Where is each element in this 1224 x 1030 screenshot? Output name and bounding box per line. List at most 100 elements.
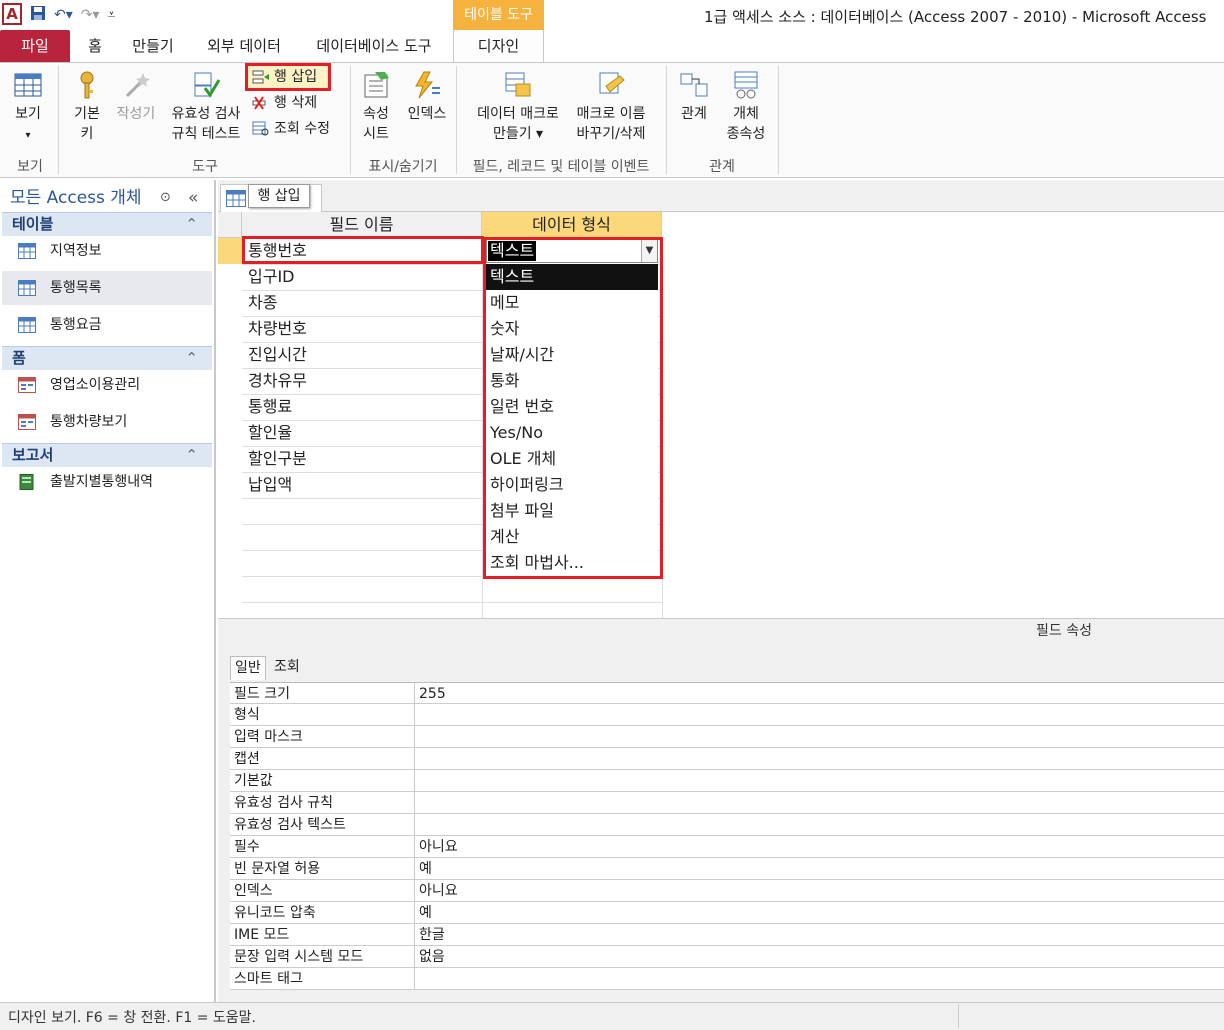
insert-rows-button[interactable]: 행 삽입 — [245, 63, 331, 91]
property-row[interactable]: 빈 문자열 허용 예 — [230, 858, 1224, 880]
object-dependencies-button[interactable]: 개체 종속성 — [720, 70, 772, 144]
field-name-cell[interactable]: 할인구분 — [248, 446, 307, 472]
field-properties-title: 필드 속성 — [1036, 623, 1092, 639]
relationships-icon — [680, 73, 708, 97]
nav-item-table[interactable]: 통행요금 — [2, 308, 212, 342]
property-row[interactable]: 입력 마스크 — [230, 726, 1224, 748]
nav-item-form[interactable]: 통행차량보기 — [2, 405, 212, 439]
highlight-box-field-name — [242, 236, 484, 264]
nav-item-table[interactable]: 지역정보 — [2, 234, 212, 268]
field-name-cell[interactable]: 납입액 — [248, 472, 292, 498]
save-icon[interactable] — [30, 5, 46, 25]
property-row[interactable]: 문장 입력 시스템 모드 없음 — [230, 946, 1224, 968]
grid-row-line — [242, 602, 662, 603]
lookup-icon — [252, 121, 269, 136]
table-tools-context-label: 테이블 도구 — [453, 0, 544, 30]
group-separator — [58, 66, 59, 174]
lightning-icon — [415, 71, 440, 99]
dependencies-icon — [734, 71, 758, 99]
tab-create[interactable]: 만들기 — [126, 30, 180, 62]
group-separator — [456, 66, 457, 174]
nav-item-form[interactable]: 영업소이용관리 — [2, 368, 212, 402]
delete-row-icon — [252, 96, 266, 110]
field-name-cell[interactable]: 통행료 — [248, 394, 292, 420]
tab-external-data[interactable]: 외부 데이터 — [198, 30, 290, 62]
nav-item-table[interactable]: 통행목록 — [2, 271, 212, 305]
insert-row-icon — [252, 70, 269, 84]
delete-rows-button[interactable]: 행 삭제 — [252, 92, 317, 114]
field-name-cell[interactable]: 차량번호 — [248, 316, 307, 342]
nav-section-tables[interactable]: 테이블 ⌃ — [2, 212, 212, 236]
field-name-cell[interactable]: 차종 — [248, 290, 277, 316]
column-header-field-name[interactable]: 필드 이름 — [242, 212, 482, 238]
field-name-cell[interactable]: 경차유무 — [248, 368, 307, 394]
property-row[interactable]: 캡션 — [230, 748, 1224, 770]
nav-section-forms[interactable]: 폼 ⌃ — [2, 346, 212, 370]
rename-macro-icon — [599, 72, 625, 94]
ribbon-tab-row — [0, 30, 1224, 62]
property-row[interactable]: 필수 아니요 — [230, 836, 1224, 858]
table-view-icon — [14, 73, 42, 97]
group-separator — [350, 66, 351, 174]
relationships-button[interactable]: 관계 — [674, 70, 714, 124]
property-sheet-icon — [364, 72, 389, 98]
table-icon — [18, 243, 36, 259]
field-name-cell[interactable]: 진입시간 — [248, 342, 307, 368]
rename-delete-macro-button[interactable]: 매크로 이름 바꾸기/삭제 — [568, 70, 654, 144]
group-label-tools: 도구 — [192, 159, 218, 175]
data-macro-icon — [505, 72, 531, 97]
field-name-cell[interactable]: 입구ID — [248, 264, 294, 290]
collapse-chevron-icon[interactable]: ⌃ — [185, 444, 198, 467]
property-row[interactable]: 스마트 태그 — [230, 968, 1224, 990]
property-row[interactable]: 유효성 검사 규칙 — [230, 792, 1224, 814]
key-icon — [80, 71, 94, 99]
primary-key-button[interactable]: 기본 키 — [68, 70, 106, 144]
nav-menu-dropdown-icon[interactable]: ⊙ — [160, 182, 171, 214]
grid-corner — [218, 212, 242, 238]
field-name-cell[interactable]: 할인율 — [248, 420, 292, 446]
indexes-button[interactable]: 인덱스 — [402, 70, 452, 124]
group-label-show-hide: 표시/숨기기 — [368, 159, 438, 175]
current-row-selector[interactable] — [218, 238, 242, 264]
view-button[interactable]: 보기 ▾ — [6, 70, 50, 146]
modify-lookups-button[interactable]: 조회 수정 — [252, 118, 330, 140]
group-label-view: 보기 — [17, 159, 43, 175]
nav-pane-header[interactable]: 모든 Access 개체 ⊙ « — [0, 182, 214, 212]
status-separator — [958, 1004, 959, 1028]
property-row[interactable]: 인덱스 아니요 — [230, 880, 1224, 902]
document-tab-strip — [218, 180, 1224, 212]
property-row[interactable]: 형식 — [230, 704, 1224, 726]
nav-item-report[interactable]: 출발지별통행내역 — [2, 465, 212, 499]
group-separator — [666, 66, 667, 174]
tab-home[interactable]: 홈 — [80, 30, 110, 62]
table-design-grid — [218, 212, 1224, 618]
status-text: 디자인 보기. F6 = 창 전환. F1 = 도움말. — [8, 1010, 257, 1026]
nav-section-reports[interactable]: 보고서 ⌃ — [2, 443, 212, 467]
builder-button[interactable]: 작성기 — [112, 70, 160, 124]
access-app-icon[interactable]: A — [2, 3, 22, 25]
test-validation-rules-button[interactable]: 유효성 검사 규칙 테스트 — [164, 70, 248, 144]
tab-general[interactable]: 일반 — [230, 656, 266, 680]
collapse-pane-icon[interactable]: « — [188, 182, 198, 214]
group-separator — [778, 66, 779, 174]
customize-qat-icon[interactable]: ⩡ — [108, 7, 116, 23]
create-data-macros-button[interactable]: 데이터 매크로 만들기 ▾ — [468, 70, 568, 144]
property-row[interactable]: 기본값 — [230, 770, 1224, 792]
redo-icon[interactable]: ↷▾ — [81, 7, 100, 23]
property-row[interactable]: 필드 크기 255 — [230, 682, 1224, 704]
column-header-data-type[interactable]: 데이터 형식 — [482, 212, 662, 238]
tab-file[interactable]: 파일 — [0, 30, 70, 62]
collapse-chevron-icon[interactable]: ⌃ — [185, 213, 198, 236]
property-row[interactable]: 유효성 검사 텍스트 — [230, 814, 1224, 836]
report-icon — [19, 474, 34, 490]
property-sheet-button[interactable]: 속성 시트 — [356, 70, 396, 144]
tab-database-tools[interactable]: 데이터베이스 도구 — [306, 30, 442, 62]
table-icon — [18, 317, 36, 333]
form-icon — [18, 377, 36, 393]
property-row[interactable]: IME 모드 한글 — [230, 924, 1224, 946]
property-row[interactable]: 유니코드 압축 예 — [230, 902, 1224, 924]
collapse-chevron-icon[interactable]: ⌃ — [185, 347, 198, 370]
undo-icon[interactable]: ↶▾ — [54, 7, 73, 23]
tab-lookup[interactable]: 조회 — [270, 656, 304, 680]
tab-design[interactable]: 디자인 — [453, 30, 544, 62]
